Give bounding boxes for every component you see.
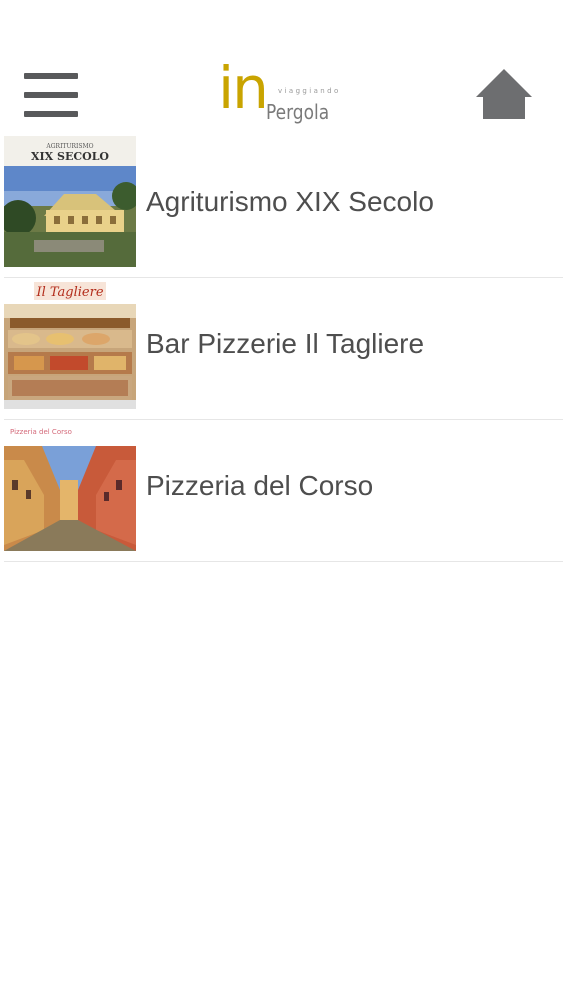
list-item[interactable]: AGRITURISMO XIX SECOLO Agriturismo XIX S…: [4, 136, 563, 278]
app-logo[interactable]: in viaggiando Pergola: [218, 56, 353, 130]
tagliere-thumbnail: Il Tagliere: [4, 278, 136, 409]
menu-icon-bar: [24, 73, 78, 79]
logo-prefix: in: [218, 54, 269, 122]
list-item-title: Bar Pizzerie Il Tagliere: [146, 328, 425, 359]
app-screen: in viaggiando Pergola AGRITURISMO XIX SE…: [0, 0, 563, 1000]
corso-thumbnail: Pizzeria del Corso: [4, 420, 136, 551]
list-item[interactable]: Il Tagliere Bar Pizzerie Il Tagliere: [4, 278, 563, 420]
home-button[interactable]: [475, 67, 533, 121]
list-item-title: Agriturismo XIX Secolo: [146, 186, 434, 217]
logo-tagline: viaggiando: [278, 87, 341, 95]
menu-icon-bar: [24, 92, 78, 98]
menu-button[interactable]: [24, 71, 78, 119]
thumb-caption: Il Tagliere: [35, 285, 103, 300]
logo-place: Pergola: [266, 100, 330, 124]
app-header: in viaggiando Pergola: [0, 0, 563, 135]
thumb-caption: XIX SECOLO: [31, 150, 109, 163]
home-icon: [476, 69, 532, 119]
list-item[interactable]: Pizzeria del Corso Pizzeria del Corso: [4, 420, 563, 562]
list-item-title: Pizzeria del Corso: [146, 470, 374, 501]
thumb-caption-small: AGRITURISMO: [45, 143, 93, 150]
menu-icon-bar: [24, 111, 78, 117]
restaurant-list: AGRITURISMO XIX SECOLO Agriturismo XIX S…: [4, 136, 563, 562]
agriturismo-thumbnail: AGRITURISMO XIX SECOLO: [4, 136, 136, 267]
thumb-caption: Pizzeria del Corso: [10, 428, 72, 436]
